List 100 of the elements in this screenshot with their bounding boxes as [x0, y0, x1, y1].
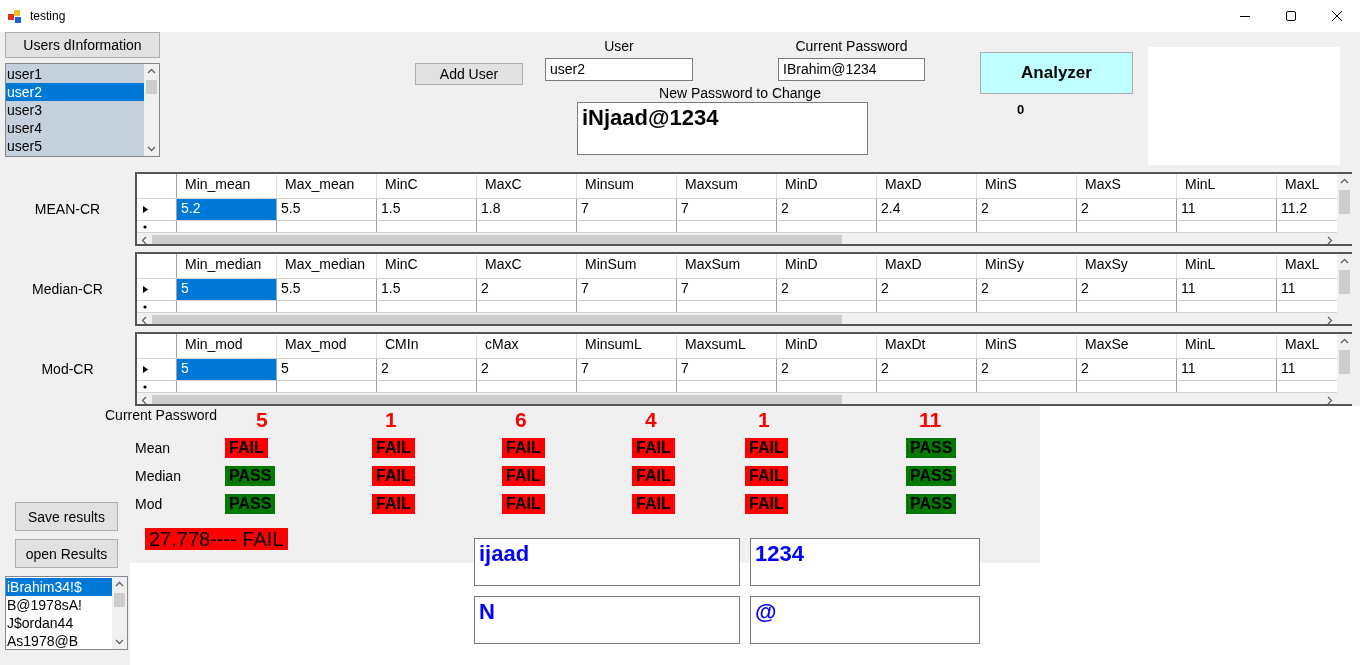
- column-header[interactable]: MinC: [377, 254, 477, 278]
- part-field[interactable]: @: [750, 596, 980, 644]
- scroll-up-icon[interactable]: [147, 67, 156, 76]
- scroll-right-icon[interactable]: [1325, 395, 1334, 404]
- column-header[interactable]: MinL: [1177, 254, 1277, 278]
- score-number: 1: [757, 408, 770, 432]
- scroll-thumb[interactable]: [152, 235, 842, 244]
- maximize-icon[interactable]: [1286, 11, 1296, 21]
- column-header[interactable]: MaxC: [477, 254, 577, 278]
- result-badge: FAIL: [745, 466, 788, 486]
- column-header[interactable]: Maxsum: [677, 174, 777, 198]
- save-results-button[interactable]: Save results: [15, 502, 118, 531]
- current-password-field[interactable]: IBrahim@1234: [778, 58, 925, 81]
- column-header[interactable]: MinL: [1177, 174, 1277, 198]
- list-item[interactable]: user2: [6, 83, 144, 101]
- new-password-field[interactable]: iNjaad@1234: [577, 102, 868, 155]
- table-cell[interactable]: 5: [177, 279, 277, 300]
- list-box[interactable]: user1 user2 user3 user4 user5: [5, 63, 160, 157]
- open-results-button[interactable]: open Results: [15, 539, 118, 568]
- list-item[interactable]: B@1978sA!: [6, 596, 112, 614]
- list-item[interactable]: J$ordan44: [6, 614, 112, 632]
- column-header[interactable]: MinD: [777, 254, 877, 278]
- column-header[interactable]: MaxC: [477, 174, 577, 198]
- grid-label: MEAN-CR: [33, 201, 102, 217]
- column-header[interactable]: MaxsumL: [677, 334, 777, 358]
- table-cell[interactable]: 5.2: [177, 199, 277, 220]
- users-information-button[interactable]: Users dInformation: [5, 32, 160, 58]
- results-label: Current Password: [105, 406, 218, 423]
- column-header[interactable]: MaxSy: [1077, 254, 1177, 278]
- scroll-up-icon[interactable]: [1340, 257, 1349, 266]
- column-header[interactable]: Min_mod: [177, 334, 277, 358]
- scroll-thumb[interactable]: [114, 593, 125, 607]
- column-header[interactable]: Min_median: [177, 254, 277, 278]
- list-box[interactable]: iBrahim34!$ B@1978sA! J$ordan44 As1978@B: [5, 576, 128, 650]
- part-field[interactable]: 1234: [750, 538, 980, 586]
- scroll-thumb[interactable]: [1339, 190, 1350, 214]
- result-badge: PASS: [906, 494, 957, 514]
- column-header[interactable]: MinS: [977, 174, 1077, 198]
- column-header[interactable]: Minsum: [577, 174, 677, 198]
- column-header[interactable]: MinD: [777, 334, 877, 358]
- column-header[interactable]: MinSum: [577, 254, 677, 278]
- part-field[interactable]: ijaad: [474, 538, 740, 586]
- column-header[interactable]: MaxD: [877, 254, 977, 278]
- scroll-thumb[interactable]: [146, 80, 157, 94]
- new-row-icon: [143, 384, 147, 389]
- list-item[interactable]: user5: [6, 137, 144, 155]
- column-header[interactable]: Min_mean: [177, 174, 277, 198]
- scroll-left-icon[interactable]: [140, 315, 149, 324]
- column-header[interactable]: cMax: [477, 334, 577, 358]
- user-field[interactable]: user2: [545, 58, 693, 81]
- column-header[interactable]: MaxDt: [877, 334, 977, 358]
- window-title: testing: [30, 9, 67, 23]
- scroll-left-icon[interactable]: [140, 395, 149, 404]
- scroll-up-icon[interactable]: [1340, 177, 1349, 186]
- column-header[interactable]: MinL: [1177, 334, 1277, 358]
- scroll-right-icon[interactable]: [1325, 315, 1334, 324]
- list-item[interactable]: user4: [6, 119, 144, 137]
- minimize-icon[interactable]: [1240, 15, 1250, 17]
- scroll-down-icon[interactable]: [147, 144, 156, 153]
- analyzer-button[interactable]: Analyzer: [980, 52, 1133, 94]
- list-item[interactable]: user1: [6, 65, 144, 83]
- column-header[interactable]: Max_mod: [277, 334, 377, 358]
- scroll-down-icon[interactable]: [115, 637, 124, 646]
- scroll-thumb[interactable]: [152, 315, 842, 324]
- scroll-thumb[interactable]: [152, 395, 842, 404]
- grid-label: Median-CR: [31, 281, 104, 297]
- column-header[interactable]: Max_mean: [277, 174, 377, 198]
- scroll-thumb[interactable]: [1339, 270, 1350, 294]
- result-badge: FAIL: [632, 438, 675, 458]
- scroll-right-icon[interactable]: [1325, 235, 1334, 244]
- row-pointer-icon: [143, 206, 148, 213]
- column-header[interactable]: MaxSe: [1077, 334, 1177, 358]
- column-header[interactable]: MaxSum: [677, 254, 777, 278]
- column-header[interactable]: MinC: [377, 174, 477, 198]
- result-badge: PASS: [225, 466, 276, 486]
- column-header[interactable]: MaxS: [1077, 174, 1177, 198]
- column-header[interactable]: MinsumL: [577, 334, 677, 358]
- column-header[interactable]: MinSy: [977, 254, 1077, 278]
- score-number: 5: [255, 408, 268, 432]
- scroll-thumb[interactable]: [1339, 350, 1350, 374]
- list-item[interactable]: iBrahim34!$: [6, 578, 112, 596]
- result-badge: FAIL: [745, 438, 788, 458]
- column-header[interactable]: MaxD: [877, 174, 977, 198]
- column-header[interactable]: MinS: [977, 334, 1077, 358]
- field-label: New Password to Change: [659, 85, 821, 101]
- scroll-up-icon[interactable]: [1340, 337, 1349, 346]
- column-header[interactable]: Max_median: [277, 254, 377, 278]
- scroll-up-icon[interactable]: [115, 580, 124, 589]
- row-label: Median: [134, 468, 181, 484]
- analyzer-count: 0: [1017, 102, 1026, 117]
- list-item[interactable]: As1978@B: [6, 632, 112, 650]
- scroll-left-icon[interactable]: [140, 235, 149, 244]
- column-header[interactable]: CMIn: [377, 334, 477, 358]
- result-badge: FAIL: [225, 438, 268, 458]
- table-cell[interactable]: 5: [177, 359, 277, 380]
- column-header[interactable]: MinD: [777, 174, 877, 198]
- list-item[interactable]: user3: [6, 101, 144, 119]
- part-field[interactable]: N: [474, 596, 740, 644]
- add-user-button[interactable]: Add User: [415, 63, 523, 85]
- close-icon[interactable]: [1332, 11, 1342, 21]
